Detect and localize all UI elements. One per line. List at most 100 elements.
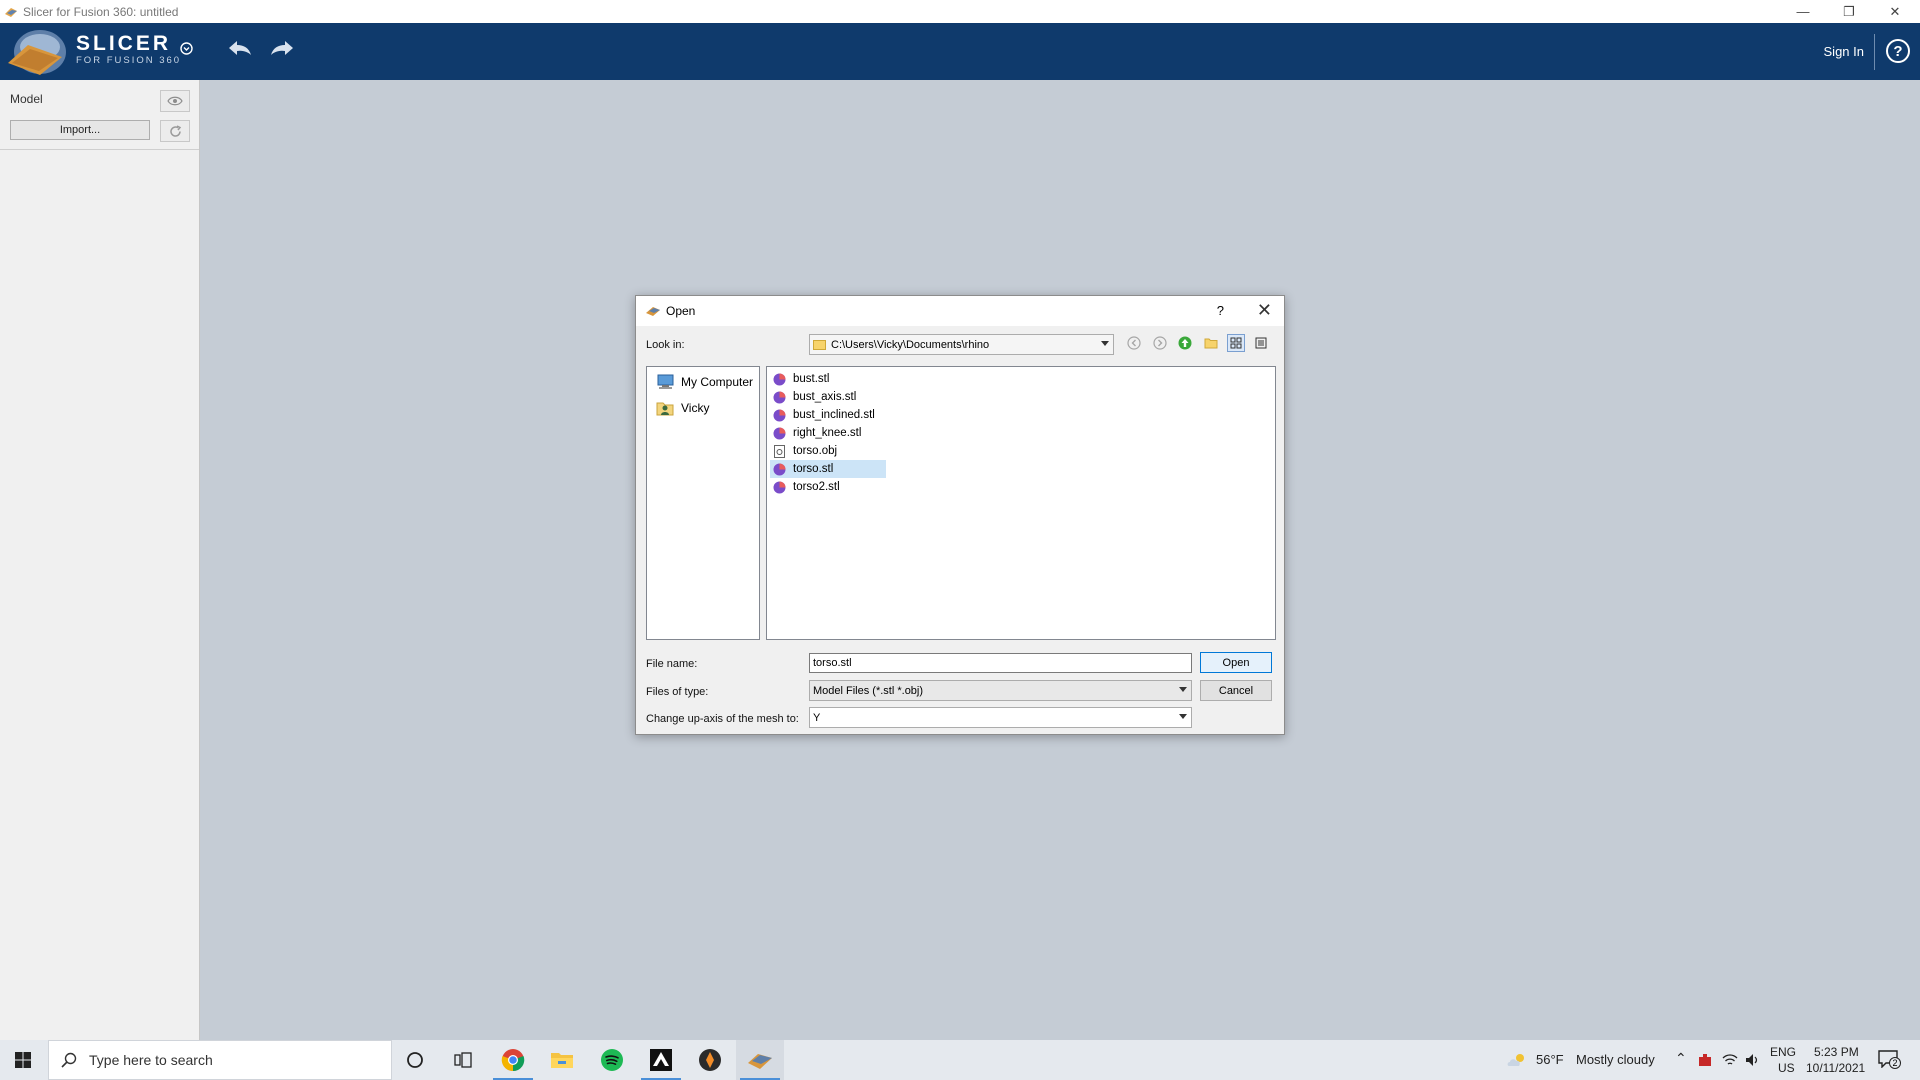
up-axis-dropdown[interactable]: Y (809, 707, 1192, 728)
up-axis-label: Change up-axis of the mesh to: (646, 713, 799, 725)
eye-icon (167, 96, 183, 106)
file-name: bust.stl (793, 373, 830, 385)
forward-button[interactable] (1151, 334, 1169, 352)
list-view-button[interactable] (1227, 334, 1245, 352)
redo-icon[interactable] (268, 37, 296, 59)
files-of-type-dropdown[interactable]: Model Files (*.stl *.obj) (809, 680, 1192, 701)
cancel-button[interactable]: Cancel (1200, 680, 1272, 701)
weather-desc[interactable]: Mostly cloudy (1576, 1052, 1655, 1067)
windows-logo-icon (15, 1052, 31, 1068)
wifi-icon[interactable] (1722, 1052, 1738, 1068)
open-button[interactable]: Open (1200, 652, 1272, 673)
window-titlebar: Slicer for Fusion 360: untitled — ❐ ✕ (0, 0, 1920, 23)
stl-file-icon (773, 481, 786, 493)
file-name: bust_inclined.stl (793, 409, 875, 421)
close-window-button[interactable]: ✕ (1872, 0, 1918, 23)
clock-time[interactable]: 5:23 PM (1814, 1045, 1859, 1059)
show-hidden-icons-chevron[interactable]: ⌃ (1675, 1050, 1687, 1067)
slicer-taskbar-icon (748, 1054, 772, 1069)
language-line-2[interactable]: US (1778, 1061, 1795, 1075)
file-name: torso.stl (793, 463, 834, 475)
cortana-button[interactable] (391, 1040, 439, 1080)
detail-view-icon (1255, 337, 1267, 349)
list-view-icon (1230, 337, 1242, 349)
new-folder-button[interactable] (1202, 334, 1220, 352)
folder-icon (813, 339, 826, 350)
language-line-1[interactable]: ENG (1770, 1045, 1796, 1059)
file-name-label: File name: (646, 658, 698, 670)
volume-icon[interactable] (1744, 1052, 1760, 1068)
restore-button[interactable]: ❐ (1826, 0, 1872, 23)
sidebar-item-vicky[interactable]: Vicky (655, 397, 709, 419)
taskbar-blender[interactable] (686, 1040, 734, 1080)
stl-file-icon (773, 391, 786, 403)
settings-dropdown-icon[interactable] (178, 40, 194, 56)
slicer-logo-text: SLICER FOR FUSION 360 (76, 33, 181, 67)
dialog-close-button[interactable]: ✕ (1257, 300, 1272, 321)
sign-in-link[interactable]: Sign In (1824, 44, 1864, 59)
back-arrow-icon (1127, 336, 1141, 350)
model-section: Model Import... (0, 80, 199, 150)
dialog-app-icon (646, 307, 660, 316)
inkscape-icon (650, 1049, 672, 1071)
look-in-path: C:\Users\Vicky\Documents\rhino (831, 338, 990, 351)
look-in-dropdown[interactable]: C:\Users\Vicky\Documents\rhino (809, 334, 1114, 355)
look-in-label: Look in: (646, 339, 685, 351)
file-row-torso2-stl[interactable]: torso2.stl (770, 478, 846, 496)
taskbar-chrome[interactable] (489, 1040, 537, 1080)
dialog-titlebar: Open ? ✕ (636, 296, 1284, 326)
notification-center-button[interactable]: 2 (1878, 1050, 1901, 1070)
file-row-right-knee-stl[interactable]: right_knee.stl (770, 424, 867, 442)
file-name-input[interactable]: torso.stl (809, 653, 1192, 673)
taskbar-spotify[interactable] (588, 1040, 636, 1080)
sidebar-item-my-computer[interactable]: My Computer (655, 371, 753, 393)
stl-file-icon (773, 409, 786, 421)
start-button[interactable] (0, 1040, 46, 1080)
file-row-torso-stl[interactable]: torso.stl (770, 460, 886, 478)
file-row-bust-stl[interactable]: bust.stl (770, 370, 835, 388)
back-button[interactable] (1125, 334, 1143, 352)
chevron-down-icon (1179, 687, 1187, 692)
file-name: right_knee.stl (793, 427, 862, 439)
open-file-dialog: Open ? ✕ Look in: C:\Users\Vicky\Documen… (635, 295, 1285, 735)
obj-file-icon (774, 444, 785, 458)
import-button[interactable]: Import... (10, 120, 150, 140)
stl-file-icon (773, 373, 786, 385)
minimize-button[interactable]: — (1780, 0, 1826, 23)
places-sidebar: My Computer Vicky (646, 366, 760, 640)
sidebar-item-label: Vicky (681, 401, 710, 415)
parent-folder-button[interactable] (1176, 334, 1194, 352)
taskbar-search-input[interactable]: Type here to search (48, 1040, 392, 1080)
header-separator (1874, 34, 1875, 70)
tray-app-icon[interactable] (1697, 1052, 1713, 1068)
clock-date[interactable]: 10/11/2021 (1806, 1061, 1865, 1075)
computer-icon (657, 374, 674, 389)
visibility-toggle-button[interactable] (160, 90, 190, 112)
refresh-button[interactable] (160, 120, 190, 142)
file-row-bust-inclined-stl[interactable]: bust_inclined.stl (770, 406, 881, 424)
windows-taskbar: Type here to search 56°F Mostly cloudy ⌃… (0, 1040, 1920, 1080)
undo-icon[interactable] (226, 37, 254, 59)
chevron-down-icon (1101, 341, 1109, 346)
help-icon[interactable]: ? (1886, 39, 1910, 63)
search-icon (61, 1052, 77, 1068)
task-view-button[interactable] (439, 1040, 487, 1080)
taskbar-inkscape[interactable] (637, 1040, 685, 1080)
dialog-title: Open (666, 304, 696, 318)
logo-line-2: FOR FUSION 360 (76, 55, 182, 66)
stl-file-icon (773, 427, 786, 439)
slicer-logo-icon (8, 30, 66, 75)
files-of-type-value: Model Files (*.stl *.obj) (813, 684, 924, 697)
taskbar-file-explorer[interactable] (538, 1040, 586, 1080)
file-name: torso2.stl (793, 481, 840, 493)
chevron-down-icon (1179, 714, 1187, 719)
left-panel: Model Import... (0, 80, 200, 1040)
file-row-bust-axis-stl[interactable]: bust_axis.stl (770, 388, 862, 406)
dialog-help-button[interactable]: ? (1217, 303, 1224, 318)
weather-temp[interactable]: 56°F (1536, 1052, 1564, 1067)
up-arrow-icon (1178, 336, 1192, 350)
file-row-torso-obj[interactable]: torso.obj (770, 442, 843, 460)
detail-view-button[interactable] (1252, 334, 1270, 352)
taskbar-slicer[interactable] (736, 1040, 784, 1080)
weather-cloud-icon (1507, 1054, 1524, 1066)
